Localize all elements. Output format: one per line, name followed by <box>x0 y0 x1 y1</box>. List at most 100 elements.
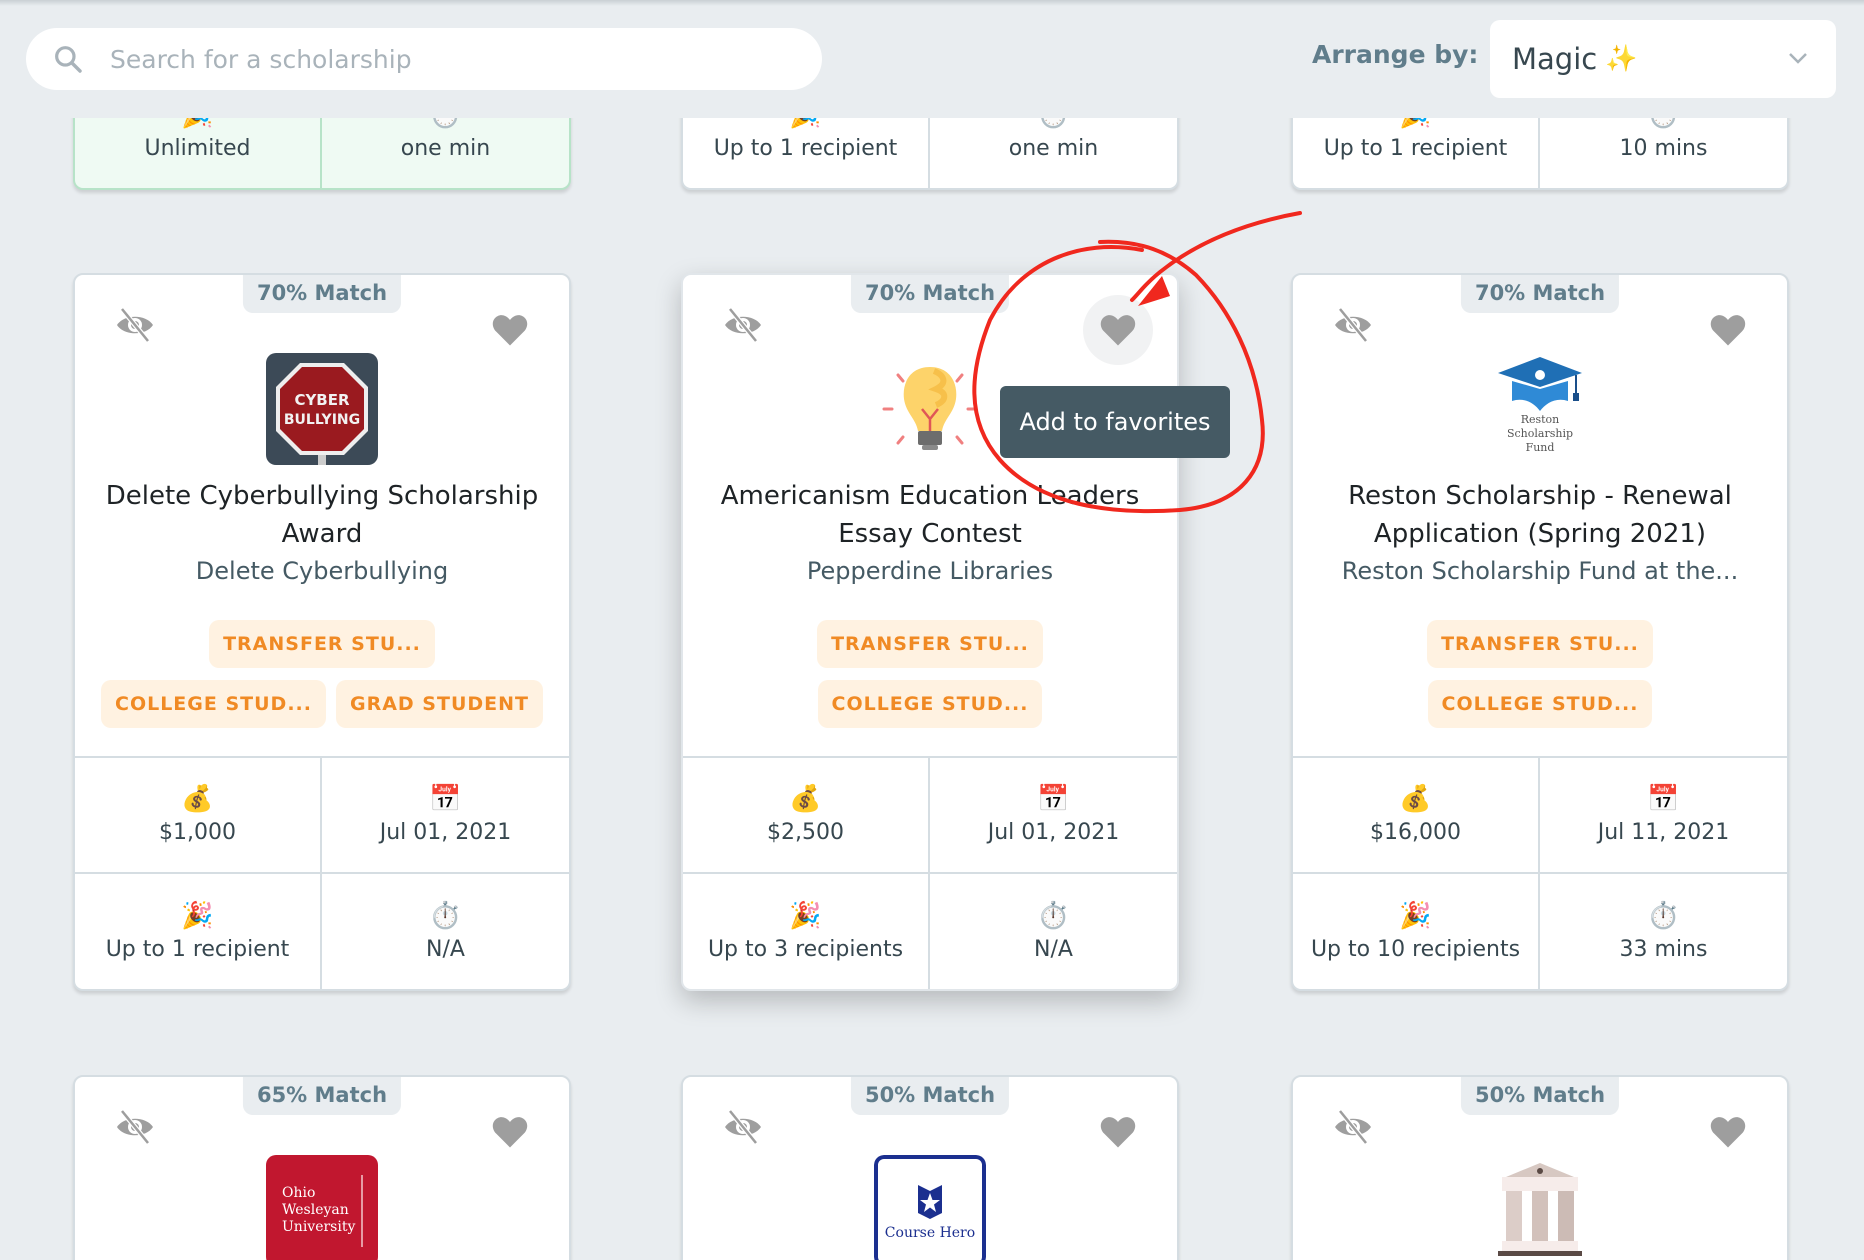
hide-button[interactable] <box>113 1107 157 1147</box>
stopwatch-icon: ⏱️ <box>1037 901 1069 931</box>
deadline-stat: 📅Jul 01, 2021 <box>322 758 569 874</box>
header-bar: Arrange by: Magic ✨ <box>0 0 1864 118</box>
svg-text:Reston: Reston <box>1521 413 1560 426</box>
scholarship-organization: Pepperdine Libraries <box>703 557 1157 585</box>
calendar-icon: 📅 <box>429 784 461 814</box>
sparkles-icon: ✨ <box>1605 44 1637 74</box>
heart-icon <box>1099 313 1137 347</box>
arrange-by-value: Magic <box>1512 42 1597 76</box>
svg-text:Fund: Fund <box>1526 441 1555 454</box>
deadline-stat: 📅Jul 11, 2021 <box>1540 758 1787 874</box>
svg-text:Course Hero: Course Hero <box>885 1225 975 1241</box>
top-shadow <box>0 0 1864 6</box>
eye-slash-icon <box>114 1109 156 1145</box>
hide-button[interactable] <box>721 305 765 345</box>
money-bag-icon: 💰 <box>1399 784 1431 814</box>
heart-icon <box>1709 313 1747 347</box>
money-bag-icon: 💰 <box>181 784 213 814</box>
favorite-button[interactable] <box>475 295 545 365</box>
amount-stat: 💰$1,000 <box>75 758 322 874</box>
heart-icon <box>491 313 529 347</box>
scholarship-title[interactable]: Delete Cyberbullying Scholarship Award <box>95 477 549 553</box>
eye-slash-icon <box>1332 307 1374 343</box>
heart-icon <box>491 1115 529 1149</box>
card-stats: 💰$1,000 📅Jul 01, 2021 🎉Up to 1 recipient… <box>75 756 569 989</box>
party-popper-icon: 🎉 <box>1399 901 1431 931</box>
eligibility-tags: TRANSFER STU... COLLEGE STUD... <box>707 620 1153 728</box>
scholarship-logo-cyberbullying: CYBERBULLYING <box>266 353 378 465</box>
search-input[interactable] <box>110 45 790 74</box>
heart-icon <box>1099 1115 1137 1149</box>
add-to-favorites-tooltip: Add to favorites <box>1000 386 1230 458</box>
tag: TRANSFER STU... <box>817 620 1043 668</box>
hide-button[interactable] <box>721 1107 765 1147</box>
scholarship-card[interactable]: 70% Match RestonScholarshipFund Reston S… <box>1291 273 1789 991</box>
svg-text:Scholarship: Scholarship <box>1507 427 1573 440</box>
tag: COLLEGE STUD... <box>1428 680 1653 728</box>
heart-icon <box>1709 1115 1747 1149</box>
time-stat: ⏱️N/A <box>930 874 1177 990</box>
stopwatch-icon: ⏱️ <box>1647 901 1679 931</box>
scholarship-logo-reston: RestonScholarshipFund <box>1484 353 1596 465</box>
party-popper-icon: 🎉 <box>181 901 213 931</box>
hide-button[interactable] <box>1331 305 1375 345</box>
eye-slash-icon <box>114 307 156 343</box>
svg-text:BULLYING: BULLYING <box>284 412 360 428</box>
hide-button[interactable] <box>1331 1107 1375 1147</box>
card-stats: 💰$2,500 📅Jul 01, 2021 🎉Up to 3 recipient… <box>683 756 1177 989</box>
eligibility-tags: TRANSFER STU... COLLEGE STUD... <box>1317 620 1763 728</box>
classical-building-icon <box>1484 1155 1596 1260</box>
favorite-button[interactable] <box>1083 295 1153 365</box>
scholarship-title[interactable]: Reston Scholarship - Renewal Application… <box>1313 477 1767 553</box>
favorite-button[interactable] <box>1693 295 1763 365</box>
amount-stat: 💰$16,000 <box>1293 758 1540 874</box>
recipients-stat: 🎉Up to 1 recipient <box>75 874 322 990</box>
arrange-by-label: Arrange by: <box>1312 40 1478 69</box>
eye-slash-icon <box>722 1109 764 1145</box>
favorite-button[interactable] <box>475 1097 545 1167</box>
scholarship-card-bottom-1[interactable]: 65% Match OhioWesleyanUniversity <box>73 1075 571 1260</box>
eye-slash-icon <box>722 307 764 343</box>
match-badge: 70% Match <box>851 275 1009 313</box>
tag: GRAD STUDENT <box>336 680 543 728</box>
scholarship-card-bottom-2[interactable]: 50% Match Course Hero <box>681 1075 1179 1260</box>
tag: COLLEGE STUD... <box>101 680 326 728</box>
time-stat: ⏱️N/A <box>322 874 569 990</box>
svg-text:Wesleyan: Wesleyan <box>282 1202 349 1218</box>
eligibility-tags: TRANSFER STU... COLLEGE STUD... GRAD STU… <box>99 620 545 728</box>
calendar-icon: 📅 <box>1647 784 1679 814</box>
hide-button[interactable] <box>113 305 157 345</box>
search-bar[interactable] <box>26 28 822 90</box>
party-popper-icon: 🎉 <box>789 901 821 931</box>
favorite-button[interactable] <box>1083 1097 1153 1167</box>
match-badge: 50% Match <box>1461 1077 1619 1115</box>
scholarship-organization: Reston Scholarship Fund at the... <box>1313 557 1767 585</box>
svg-text:University: University <box>282 1219 355 1235</box>
match-badge: 50% Match <box>851 1077 1009 1115</box>
calendar-icon: 📅 <box>1037 784 1069 814</box>
card-stats: 💰$16,000 📅Jul 11, 2021 🎉Up to 10 recipie… <box>1293 756 1787 989</box>
tag: TRANSFER STU... <box>209 620 435 668</box>
scholarship-card-bottom-3[interactable]: 50% Match <box>1291 1075 1789 1260</box>
stopwatch-icon: ⏱️ <box>429 901 461 931</box>
scholarship-card[interactable]: 70% Match Americanism Education Leaders … <box>681 273 1179 991</box>
money-bag-icon: 💰 <box>789 784 821 814</box>
match-badge: 70% Match <box>243 275 401 313</box>
favorite-button[interactable] <box>1693 1097 1763 1167</box>
svg-text:Ohio: Ohio <box>282 1185 315 1201</box>
scholarship-logo-lightbulb <box>874 353 986 465</box>
search-icon <box>52 43 84 75</box>
tag: COLLEGE STUD... <box>818 680 1043 728</box>
scholarship-organization: Delete Cyberbullying <box>95 557 549 585</box>
amount-stat: 💰$2,500 <box>683 758 930 874</box>
match-badge: 70% Match <box>1461 275 1619 313</box>
tag: TRANSFER STU... <box>1427 620 1653 668</box>
scholarship-logo-ohio-wesleyan: OhioWesleyanUniversity <box>266 1155 378 1260</box>
scholarship-title[interactable]: Americanism Education Leaders Essay Cont… <box>703 477 1157 553</box>
arrange-by-select[interactable]: Magic ✨ <box>1490 20 1836 98</box>
match-badge: 65% Match <box>243 1077 401 1115</box>
chevron-down-icon <box>1786 46 1810 70</box>
deadline-stat: 📅Jul 01, 2021 <box>930 758 1177 874</box>
scholarship-card[interactable]: 70% Match CYBERBULLYING Delete Cyberbull… <box>73 273 571 991</box>
time-stat: ⏱️33 mins <box>1540 874 1787 990</box>
